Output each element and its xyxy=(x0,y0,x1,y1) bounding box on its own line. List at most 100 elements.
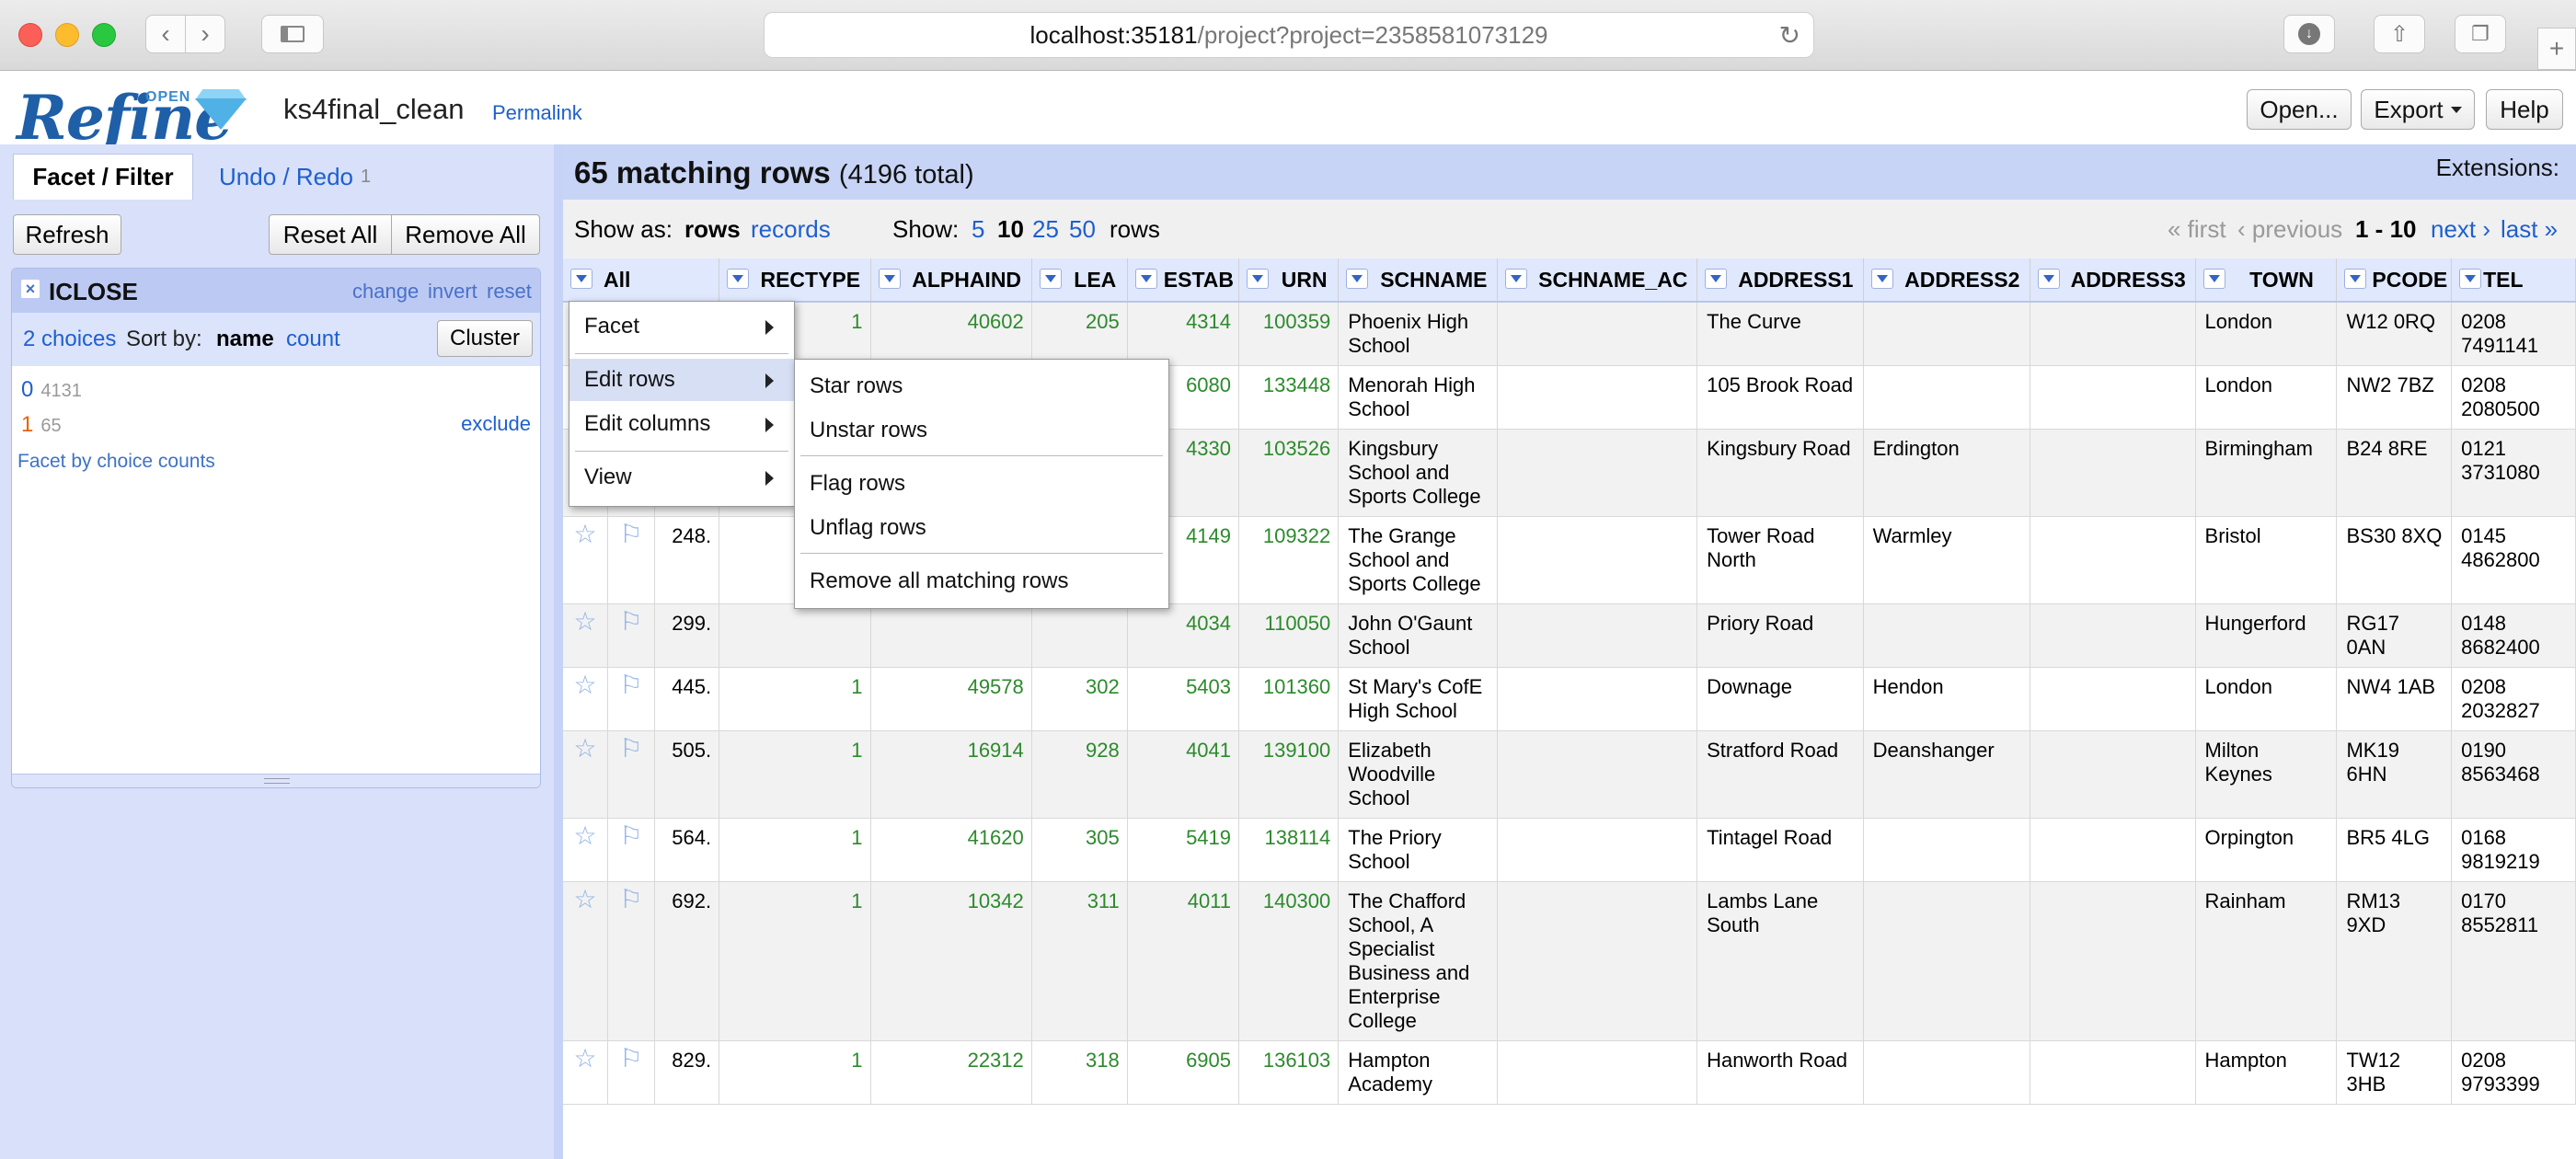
cell-rectype[interactable]: 1 xyxy=(719,818,871,882)
cell-alphaind[interactable]: 41620 xyxy=(870,818,1032,882)
cell-alphaind[interactable]: 10342 xyxy=(870,881,1032,1041)
cell-tel[interactable]: 0145 4862800 xyxy=(2451,516,2576,604)
flag-icon[interactable]: ⚐ xyxy=(607,667,655,731)
cell-schname-ac[interactable] xyxy=(1497,818,1698,882)
column-menu-icon[interactable] xyxy=(1505,269,1528,289)
cell-alphaind[interactable] xyxy=(870,603,1032,668)
cell-schname-ac[interactable] xyxy=(1497,881,1698,1041)
cell-tel[interactable]: 0148 8682400 xyxy=(2451,603,2576,668)
menu-item-unstar-rows[interactable]: Unstar rows xyxy=(795,409,1168,452)
star-icon[interactable]: ☆ xyxy=(563,603,609,668)
refresh-button[interactable]: Refresh xyxy=(13,214,121,255)
cell-pcode[interactable]: BS30 8XQ xyxy=(2336,516,2453,604)
column-header-schname[interactable]: SCHNAME xyxy=(1338,258,1499,303)
cell-town[interactable]: London xyxy=(2195,365,2338,430)
cell-address1[interactable]: Stratford Road xyxy=(1696,730,1864,819)
cell-address2[interactable] xyxy=(1863,603,2030,668)
cell-address2[interactable] xyxy=(1863,818,2030,882)
column-menu-icon[interactable] xyxy=(1039,269,1062,289)
column-menu-icon[interactable] xyxy=(2459,269,2482,289)
facet-invert-link[interactable]: invert xyxy=(428,280,477,304)
cell-schname[interactable]: John O'Gaunt School xyxy=(1338,603,1499,668)
cell-tel[interactable]: 0208 2032827 xyxy=(2451,667,2576,731)
cell-tel[interactable]: 0208 2080500 xyxy=(2451,365,2576,430)
view-records-toggle[interactable]: records xyxy=(751,215,831,244)
cell-alphaind[interactable]: 40602 xyxy=(870,302,1032,366)
last-page-link[interactable]: last » xyxy=(2501,215,2558,244)
column-menu-icon[interactable] xyxy=(2202,269,2225,289)
cell-schname-ac[interactable] xyxy=(1497,429,1698,517)
cell-estab[interactable]: 5403 xyxy=(1127,667,1240,731)
column-header-town[interactable]: TOWN xyxy=(2195,258,2338,303)
cell-alphaind[interactable]: 49578 xyxy=(870,667,1032,731)
cell-lea[interactable]: 205 xyxy=(1031,302,1128,366)
cell-alphaind[interactable]: 22312 xyxy=(870,1040,1032,1105)
flag-icon[interactable]: ⚐ xyxy=(607,730,655,819)
cell-urn[interactable]: 138114 xyxy=(1238,818,1340,882)
cell-urn[interactable]: 136103 xyxy=(1238,1040,1340,1105)
menu-item-remove-all-matching-rows[interactable]: Remove all matching rows xyxy=(795,560,1168,602)
cell-town[interactable]: Bristol xyxy=(2195,516,2338,604)
column-header-rectype[interactable]: RECTYPE xyxy=(719,258,871,303)
cell-schname[interactable]: The Chafford School, A Specialist Busine… xyxy=(1338,881,1499,1041)
cell-address1[interactable]: Priory Road xyxy=(1696,603,1864,668)
cell-town[interactable]: Hungerford xyxy=(2195,603,2338,668)
cell-address2[interactable] xyxy=(1863,302,2030,366)
menu-item-edit-rows[interactable]: Edit rows xyxy=(569,359,794,401)
cell-alphaind[interactable]: 16914 xyxy=(870,730,1032,819)
sort-by-count[interactable]: count xyxy=(286,327,340,352)
facet-choices-count[interactable]: 2 choices xyxy=(23,327,116,352)
facet-choice-value[interactable]: 1 xyxy=(21,412,33,437)
new-tab-button[interactable]: + xyxy=(2537,28,2576,70)
next-page-link[interactable]: next › xyxy=(2431,215,2490,244)
star-icon[interactable]: ☆ xyxy=(563,881,609,1041)
cell-pcode[interactable]: TW12 3HB xyxy=(2336,1040,2453,1105)
cell-schname[interactable]: Phoenix High School xyxy=(1338,302,1499,366)
permalink-link[interactable]: Permalink xyxy=(492,101,582,125)
cell-address2[interactable] xyxy=(1863,365,2030,430)
cell-address2[interactable]: Deanshanger xyxy=(1863,730,2030,819)
menu-item-view[interactable]: View xyxy=(569,456,794,499)
forward-button[interactable]: › xyxy=(185,15,225,53)
facet-choice-0[interactable]: 0 4131 xyxy=(21,377,82,403)
share-button[interactable]: ⇧ xyxy=(2374,15,2425,53)
cell-tel[interactable]: 0208 9793399 xyxy=(2451,1040,2576,1105)
flag-icon[interactable]: ⚐ xyxy=(607,603,655,668)
project-name[interactable]: ks4final_clean xyxy=(283,93,464,126)
cell-schname[interactable]: Menorah High School xyxy=(1338,365,1499,430)
cell-urn[interactable]: 100359 xyxy=(1238,302,1340,366)
facet-resize-handle[interactable] xyxy=(12,774,540,787)
column-menu-icon[interactable] xyxy=(1870,269,1893,289)
cell-lea[interactable]: 311 xyxy=(1031,881,1128,1041)
column-menu-icon[interactable] xyxy=(2037,269,2060,289)
cell-address2[interactable]: Erdington xyxy=(1863,429,2030,517)
cell-pcode[interactable]: NW2 7BZ xyxy=(2336,365,2453,430)
cell-estab[interactable]: 6905 xyxy=(1127,1040,1240,1105)
cell-town[interactable]: Milton Keynes xyxy=(2195,730,2338,819)
column-header-pcode[interactable]: PCODE xyxy=(2336,258,2453,303)
column-header-lea[interactable]: LEA xyxy=(1031,258,1128,303)
tabs-button[interactable]: ❐ xyxy=(2455,15,2506,53)
column-header-estab[interactable]: ESTAB xyxy=(1127,258,1240,303)
menu-item-unflag-rows[interactable]: Unflag rows xyxy=(795,507,1168,549)
cell-tel[interactable]: 0190 8563468 xyxy=(2451,730,2576,819)
star-icon[interactable]: ☆ xyxy=(563,1040,609,1105)
panel-divider[interactable] xyxy=(554,144,563,1159)
flag-icon[interactable]: ⚐ xyxy=(607,1040,655,1105)
flag-icon[interactable]: ⚐ xyxy=(607,881,655,1041)
cell-schname[interactable]: Elizabeth Woodville School xyxy=(1338,730,1499,819)
facet-choice-value[interactable]: 0 xyxy=(21,377,33,402)
cell-address3[interactable] xyxy=(2030,1040,2196,1105)
column-menu-icon[interactable] xyxy=(1705,269,1728,289)
cell-rectype[interactable]: 1 xyxy=(719,881,871,1041)
column-menu-icon[interactable] xyxy=(1134,269,1157,289)
cell-address2[interactable] xyxy=(1863,1040,2030,1105)
column-header-schname-ac[interactable]: SCHNAME_AC xyxy=(1497,258,1698,303)
column-header-all[interactable]: All xyxy=(563,258,720,303)
cell-address3[interactable] xyxy=(2030,818,2196,882)
cell-pcode[interactable]: B24 8RE xyxy=(2336,429,2453,517)
cell-address3[interactable] xyxy=(2030,429,2196,517)
cell-address2[interactable]: Warmley xyxy=(1863,516,2030,604)
export-button[interactable]: Export xyxy=(2361,89,2475,130)
view-rows-toggle[interactable]: rows xyxy=(684,215,741,244)
